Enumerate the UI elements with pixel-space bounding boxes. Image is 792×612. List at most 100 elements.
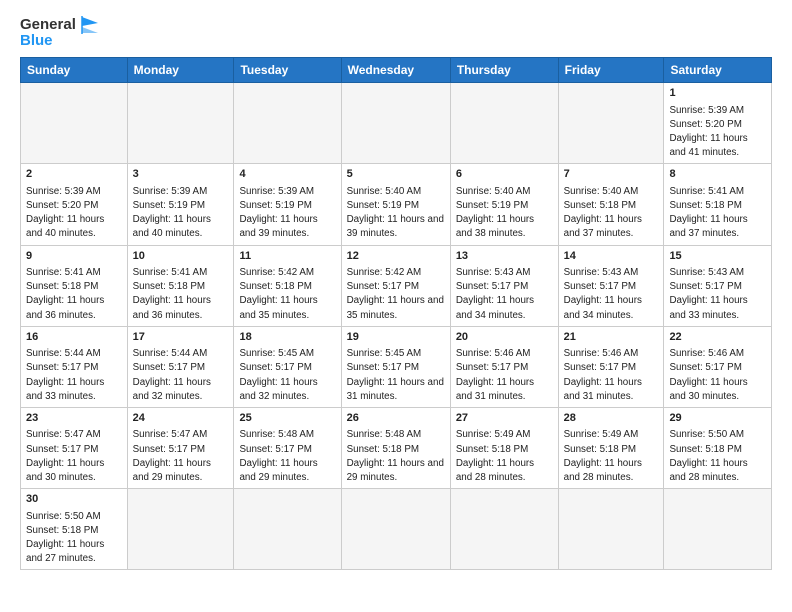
day-number: 11 [239, 249, 335, 264]
day-info: Sunrise: 5:46 AM Sunset: 5:17 PM Dayligh… [564, 347, 659, 404]
calendar-cell [664, 489, 772, 570]
calendar-cell: 28 Sunrise: 5:49 AM Sunset: 5:18 PM Dayli… [558, 408, 664, 489]
day-number: 6 [456, 167, 553, 182]
calendar-cell: 15Sunrise: 5:43 AM Sunset: 5:17 PM Dayli… [664, 245, 772, 326]
weekday-header-monday: Monday [127, 58, 234, 83]
day-number: 30 [26, 492, 122, 507]
calendar-cell: 2 Sunrise: 5:39 AM Sunset: 5:20 PM Daylig… [21, 164, 128, 245]
day-number: 23 [26, 411, 122, 426]
day-info: Sunrise: 5:44 AM Sunset: 5:17 PM Dayligh… [133, 347, 229, 404]
day-number: 1 [669, 86, 766, 101]
day-number: 28 [564, 411, 659, 426]
day-number: 21 [564, 330, 659, 345]
day-number: 19 [347, 330, 445, 345]
weekday-header-sunday: Sunday [21, 58, 128, 83]
day-info: Sunrise: 5:43 AM Sunset: 5:17 PM Dayligh… [456, 266, 553, 323]
day-info: Sunrise: 5:42 AM Sunset: 5:17 PM Dayligh… [347, 266, 445, 323]
calendar-cell: 21 Sunrise: 5:46 AM Sunset: 5:17 PM Dayli… [558, 326, 664, 407]
calendar-cell: 5Sunrise: 5:40 AM Sunset: 5:19 PM Daylig… [341, 164, 450, 245]
calendar-cell: 17 Sunrise: 5:44 AM Sunset: 5:17 PM Dayli… [127, 326, 234, 407]
day-info: Sunrise: 5:40 AM Sunset: 5:18 PM Dayligh… [564, 185, 659, 242]
calendar-cell [450, 489, 558, 570]
day-number: 2 [26, 167, 122, 182]
calendar-cell: 16 Sunrise: 5:44 AM Sunset: 5:17 PM Dayli… [21, 326, 128, 407]
calendar-cell [558, 489, 664, 570]
day-info: Sunrise: 5:40 AM Sunset: 5:19 PM Dayligh… [347, 185, 445, 242]
weekday-header-saturday: Saturday [664, 58, 772, 83]
day-info: Sunrise: 5:39 AM Sunset: 5:20 PM Dayligh… [26, 185, 122, 242]
day-number: 8 [669, 167, 766, 182]
weekday-header-friday: Friday [558, 58, 664, 83]
day-number: 26 [347, 411, 445, 426]
calendar-cell: 10Sunrise: 5:41 AM Sunset: 5:18 PM Dayli… [127, 245, 234, 326]
day-number: 29 [669, 411, 766, 426]
calendar-cell [341, 489, 450, 570]
calendar-cell [21, 83, 128, 164]
calendar-cell: 12Sunrise: 5:42 AM Sunset: 5:17 PM Dayli… [341, 245, 450, 326]
calendar-cell [234, 489, 341, 570]
calendar-cell: 1 Sunrise: 5:39 AM Sunset: 5:20 PM Daylig… [664, 83, 772, 164]
calendar-cell: 20Sunrise: 5:46 AM Sunset: 5:17 PM Dayli… [450, 326, 558, 407]
calendar-cell: 27 Sunrise: 5:49 AM Sunset: 5:18 PM Dayli… [450, 408, 558, 489]
weekday-header-row: SundayMondayTuesdayWednesdayThursdayFrid… [21, 58, 772, 83]
day-info: Sunrise: 5:45 AM Sunset: 5:17 PM Dayligh… [347, 347, 445, 404]
day-info: Sunrise: 5:49 AM Sunset: 5:18 PM Dayligh… [456, 428, 553, 485]
day-info: Sunrise: 5:40 AM Sunset: 5:19 PM Dayligh… [456, 185, 553, 242]
day-number: 22 [669, 330, 766, 345]
day-number: 17 [133, 330, 229, 345]
day-info: Sunrise: 5:45 AM Sunset: 5:17 PM Dayligh… [239, 347, 335, 404]
calendar-cell: 26 Sunrise: 5:48 AM Sunset: 5:18 PM Dayli… [341, 408, 450, 489]
calendar-cell: 9Sunrise: 5:41 AM Sunset: 5:18 PM Daylig… [21, 245, 128, 326]
logo: General Blue [20, 16, 100, 49]
day-info: Sunrise: 5:42 AM Sunset: 5:18 PM Dayligh… [239, 266, 335, 323]
day-number: 27 [456, 411, 553, 426]
calendar-cell [127, 489, 234, 570]
calendar-cell: 24 Sunrise: 5:47 AM Sunset: 5:17 PM Dayli… [127, 408, 234, 489]
day-info: Sunrise: 5:39 AM Sunset: 5:19 PM Dayligh… [133, 185, 229, 242]
day-info: Sunrise: 5:50 AM Sunset: 5:18 PM Dayligh… [26, 510, 122, 567]
day-info: Sunrise: 5:47 AM Sunset: 5:17 PM Dayligh… [26, 428, 122, 485]
calendar-cell [558, 83, 664, 164]
day-number: 3 [133, 167, 229, 182]
day-info: Sunrise: 5:41 AM Sunset: 5:18 PM Dayligh… [669, 185, 766, 242]
calendar-cell [127, 83, 234, 164]
weekday-header-tuesday: Tuesday [234, 58, 341, 83]
day-info: Sunrise: 5:39 AM Sunset: 5:20 PM Dayligh… [669, 104, 766, 161]
day-info: Sunrise: 5:50 AM Sunset: 5:18 PM Dayligh… [669, 428, 766, 485]
day-info: Sunrise: 5:39 AM Sunset: 5:19 PM Dayligh… [239, 185, 335, 242]
day-number: 18 [239, 330, 335, 345]
calendar-cell: 25Sunrise: 5:48 AM Sunset: 5:17 PM Dayli… [234, 408, 341, 489]
day-number: 7 [564, 167, 659, 182]
calendar-cell: 4Sunrise: 5:39 AM Sunset: 5:19 PM Daylig… [234, 164, 341, 245]
calendar-cell: 30 Sunrise: 5:50 AM Sunset: 5:18 PM Dayli… [21, 489, 128, 570]
calendar-week-1: 1 Sunrise: 5:39 AM Sunset: 5:20 PM Daylig… [21, 83, 772, 164]
calendar-week-2: 2 Sunrise: 5:39 AM Sunset: 5:20 PM Daylig… [21, 164, 772, 245]
day-info: Sunrise: 5:47 AM Sunset: 5:17 PM Dayligh… [133, 428, 229, 485]
calendar-cell: 29 Sunrise: 5:50 AM Sunset: 5:18 PM Dayli… [664, 408, 772, 489]
logo-flag-icon [78, 16, 100, 34]
calendar-week-5: 23 Sunrise: 5:47 AM Sunset: 5:17 PM Dayli… [21, 408, 772, 489]
calendar-cell: 3 Sunrise: 5:39 AM Sunset: 5:19 PM Daylig… [127, 164, 234, 245]
calendar-table: SundayMondayTuesdayWednesdayThursdayFrid… [20, 57, 772, 570]
calendar-cell: 13Sunrise: 5:43 AM Sunset: 5:17 PM Dayli… [450, 245, 558, 326]
day-info: Sunrise: 5:44 AM Sunset: 5:17 PM Dayligh… [26, 347, 122, 404]
calendar-week-4: 16 Sunrise: 5:44 AM Sunset: 5:17 PM Dayli… [21, 326, 772, 407]
calendar-cell: 7 Sunrise: 5:40 AM Sunset: 5:18 PM Daylig… [558, 164, 664, 245]
day-info: Sunrise: 5:48 AM Sunset: 5:18 PM Dayligh… [347, 428, 445, 485]
page: General Blue SundayMondayTuesdayWednesda… [0, 0, 792, 612]
day-number: 14 [564, 249, 659, 264]
calendar-cell [341, 83, 450, 164]
calendar-week-3: 9Sunrise: 5:41 AM Sunset: 5:18 PM Daylig… [21, 245, 772, 326]
day-number: 24 [133, 411, 229, 426]
day-number: 25 [239, 411, 335, 426]
day-number: 16 [26, 330, 122, 345]
calendar-cell: 22 Sunrise: 5:46 AM Sunset: 5:17 PM Dayli… [664, 326, 772, 407]
calendar-cell: 18 Sunrise: 5:45 AM Sunset: 5:17 PM Dayli… [234, 326, 341, 407]
calendar-cell: 11 Sunrise: 5:42 AM Sunset: 5:18 PM Dayli… [234, 245, 341, 326]
day-info: Sunrise: 5:49 AM Sunset: 5:18 PM Dayligh… [564, 428, 659, 485]
weekday-header-thursday: Thursday [450, 58, 558, 83]
day-info: Sunrise: 5:46 AM Sunset: 5:17 PM Dayligh… [669, 347, 766, 404]
calendar-cell: 14Sunrise: 5:43 AM Sunset: 5:17 PM Dayli… [558, 245, 664, 326]
day-number: 15 [669, 249, 766, 264]
calendar-cell: 23 Sunrise: 5:47 AM Sunset: 5:17 PM Dayli… [21, 408, 128, 489]
